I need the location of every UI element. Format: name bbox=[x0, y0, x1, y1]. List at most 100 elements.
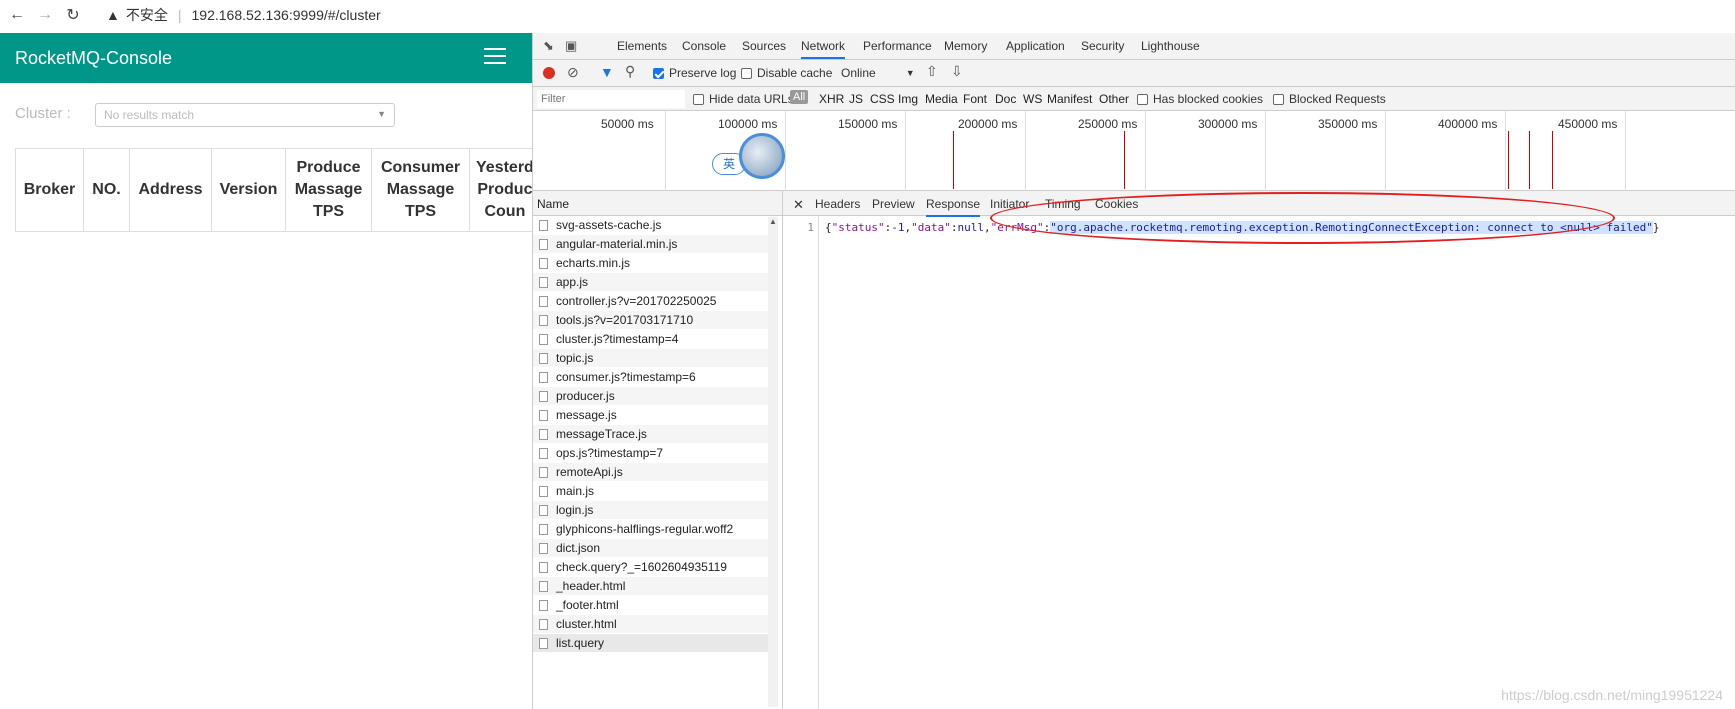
timeline-gridline bbox=[1505, 111, 1506, 191]
arrow-right-icon[interactable]: → bbox=[34, 4, 56, 26]
type-filter-all[interactable]: All bbox=[790, 90, 809, 104]
type-filter-js[interactable]: JS bbox=[849, 92, 863, 106]
file-icon bbox=[539, 504, 548, 516]
request-row[interactable]: _footer.html bbox=[533, 596, 769, 615]
blocked-requests-checkbox[interactable]: Blocked Requests bbox=[1273, 92, 1386, 106]
type-filter-img[interactable]: Img bbox=[898, 92, 918, 106]
device-toolbar-icon[interactable]: ▣ bbox=[565, 38, 577, 54]
request-name: check.query?_=1602604935119 bbox=[556, 560, 727, 574]
timeline-label: 300000 ms bbox=[1198, 117, 1258, 131]
throttle-select[interactable]: Online ▼ bbox=[841, 66, 915, 80]
preserve-log-checkbox[interactable]: Preserve log bbox=[653, 66, 736, 80]
search-icon[interactable]: ⚲ bbox=[625, 63, 635, 80]
request-name: glyphicons-halflings-regular.woff2 bbox=[556, 522, 734, 536]
close-icon[interactable]: ✕ bbox=[793, 197, 804, 213]
filter-icon[interactable]: ▼ bbox=[600, 64, 614, 80]
file-icon bbox=[539, 352, 548, 364]
request-row[interactable]: login.js bbox=[533, 501, 769, 520]
json-value: -1 bbox=[891, 221, 905, 234]
has-blocked-cookies-checkbox[interactable]: Has blocked cookies bbox=[1137, 92, 1263, 106]
scroll-up-icon[interactable]: ▲ bbox=[768, 217, 778, 226]
request-row[interactable]: echarts.min.js bbox=[533, 254, 769, 273]
request-name: ops.js?timestamp=7 bbox=[556, 446, 664, 460]
type-filter-ws[interactable]: WS bbox=[1023, 92, 1042, 106]
type-filter-manifest[interactable]: Manifest bbox=[1047, 92, 1092, 106]
type-filter-doc[interactable]: Doc bbox=[995, 92, 1016, 106]
disable-cache-checkbox[interactable]: Disable cache bbox=[741, 66, 832, 80]
preserve-log-label: Preserve log bbox=[669, 66, 737, 80]
request-row[interactable]: ops.js?timestamp=7 bbox=[533, 444, 769, 463]
type-filter-xhr[interactable]: XHR bbox=[819, 92, 844, 106]
type-filter-css[interactable]: CSS bbox=[870, 92, 895, 106]
request-row[interactable]: tools.js?v=201703171710 bbox=[533, 311, 769, 330]
request-row[interactable]: svg-assets-cache.js bbox=[533, 216, 769, 235]
cluster-select[interactable]: No results match ▼ bbox=[95, 103, 395, 127]
timeline-request-bar bbox=[1124, 131, 1125, 189]
request-list-scrollbar[interactable]: ▲ bbox=[768, 217, 778, 707]
json-punct: { bbox=[825, 221, 832, 234]
timeline-gridline bbox=[665, 111, 666, 191]
request-rows: svg-assets-cache.js angular-material.min.… bbox=[533, 216, 782, 653]
checkbox-unchecked bbox=[1137, 93, 1148, 105]
devtools-tabbar: ⬊ ▣ Elements Console Sources Network Per… bbox=[533, 33, 1735, 60]
request-row[interactable]: dict.json bbox=[533, 539, 769, 558]
request-row[interactable]: controller.js?v=201702250025 bbox=[533, 292, 769, 311]
clear-icon[interactable]: ⊘ bbox=[567, 64, 579, 81]
request-row[interactable]: check.query?_=1602604935119 bbox=[533, 558, 769, 577]
request-row[interactable]: messageTrace.js bbox=[533, 425, 769, 444]
tab-lighthouse[interactable]: Lighthouse bbox=[1141, 39, 1200, 53]
type-filter-font[interactable]: Font bbox=[963, 92, 987, 106]
tab-headers[interactable]: Headers bbox=[815, 197, 860, 211]
request-row[interactable]: angular-material.min.js bbox=[533, 235, 769, 254]
watermark: https://blog.csdn.net/ming19951224 bbox=[1501, 687, 1723, 703]
tab-network[interactable]: Network bbox=[801, 39, 846, 59]
timeline-request-bar bbox=[1529, 131, 1530, 189]
tab-response[interactable]: Response bbox=[926, 197, 981, 217]
request-name: producer.js bbox=[556, 389, 615, 403]
file-icon bbox=[539, 523, 548, 535]
request-row[interactable]: message.js bbox=[533, 406, 769, 425]
filter-input[interactable] bbox=[537, 90, 685, 108]
tab-preview[interactable]: Preview bbox=[872, 197, 915, 211]
tab-application[interactable]: Application bbox=[1006, 39, 1065, 53]
request-row[interactable]: cluster.js?timestamp=4 bbox=[533, 330, 769, 349]
reload-icon[interactable]: ↻ bbox=[62, 4, 84, 26]
arrow-left-icon[interactable]: ← bbox=[6, 4, 28, 26]
request-name: _header.html bbox=[556, 579, 626, 593]
import-har-icon[interactable]: ⇧ bbox=[926, 63, 938, 80]
request-row[interactable]: producer.js bbox=[533, 387, 769, 406]
request-row[interactable]: app.js bbox=[533, 273, 769, 292]
hamburger-menu-icon[interactable] bbox=[484, 48, 506, 66]
tab-sources[interactable]: Sources bbox=[742, 39, 786, 53]
app-header: RocketMQ-Console bbox=[0, 33, 532, 83]
inspect-element-icon[interactable]: ⬊ bbox=[543, 38, 554, 54]
tab-console[interactable]: Console bbox=[682, 39, 726, 53]
network-toolbar: ⊘ ▼ ⚲ Preserve log Disable cache Online ▼… bbox=[533, 60, 1735, 87]
file-icon bbox=[539, 371, 548, 383]
tab-performance[interactable]: Performance bbox=[863, 39, 932, 53]
request-row[interactable]: main.js bbox=[533, 482, 769, 501]
request-row[interactable]: remoteApi.js bbox=[533, 463, 769, 482]
request-name: messageTrace.js bbox=[556, 427, 647, 441]
network-filter-bar: Hide data URLs All XHR JS CSS Img Media … bbox=[533, 87, 1735, 111]
hide-data-urls-checkbox[interactable]: Hide data URLs bbox=[693, 92, 794, 106]
file-icon bbox=[539, 637, 548, 649]
url-text[interactable]: 192.168.52.136:9999/#/cluster bbox=[192, 7, 381, 23]
request-row[interactable]: _header.html bbox=[533, 577, 769, 596]
request-row[interactable]: cluster.html bbox=[533, 615, 769, 634]
address-bar[interactable]: ▲ 不安全 | 192.168.52.136:9999/#/cluster bbox=[106, 3, 381, 27]
export-har-icon[interactable]: ⇩ bbox=[951, 63, 963, 80]
tab-memory[interactable]: Memory bbox=[944, 39, 987, 53]
tab-security[interactable]: Security bbox=[1081, 39, 1124, 53]
request-row[interactable]: glyphicons-halflings-regular.woff2 bbox=[533, 520, 769, 539]
network-overview-timeline[interactable]: 50000 ms 100000 ms 150000 ms 200000 ms 2… bbox=[533, 111, 1735, 191]
name-column-header[interactable]: Name bbox=[533, 191, 782, 216]
record-icon[interactable] bbox=[543, 67, 555, 79]
request-row[interactable]: topic.js bbox=[533, 349, 769, 368]
tab-elements[interactable]: Elements bbox=[617, 39, 667, 53]
type-filter-other[interactable]: Other bbox=[1099, 92, 1129, 106]
type-filter-media[interactable]: Media bbox=[925, 92, 958, 106]
file-icon bbox=[539, 409, 548, 421]
request-row[interactable]: list.query bbox=[533, 634, 769, 653]
request-row[interactable]: consumer.js?timestamp=6 bbox=[533, 368, 769, 387]
